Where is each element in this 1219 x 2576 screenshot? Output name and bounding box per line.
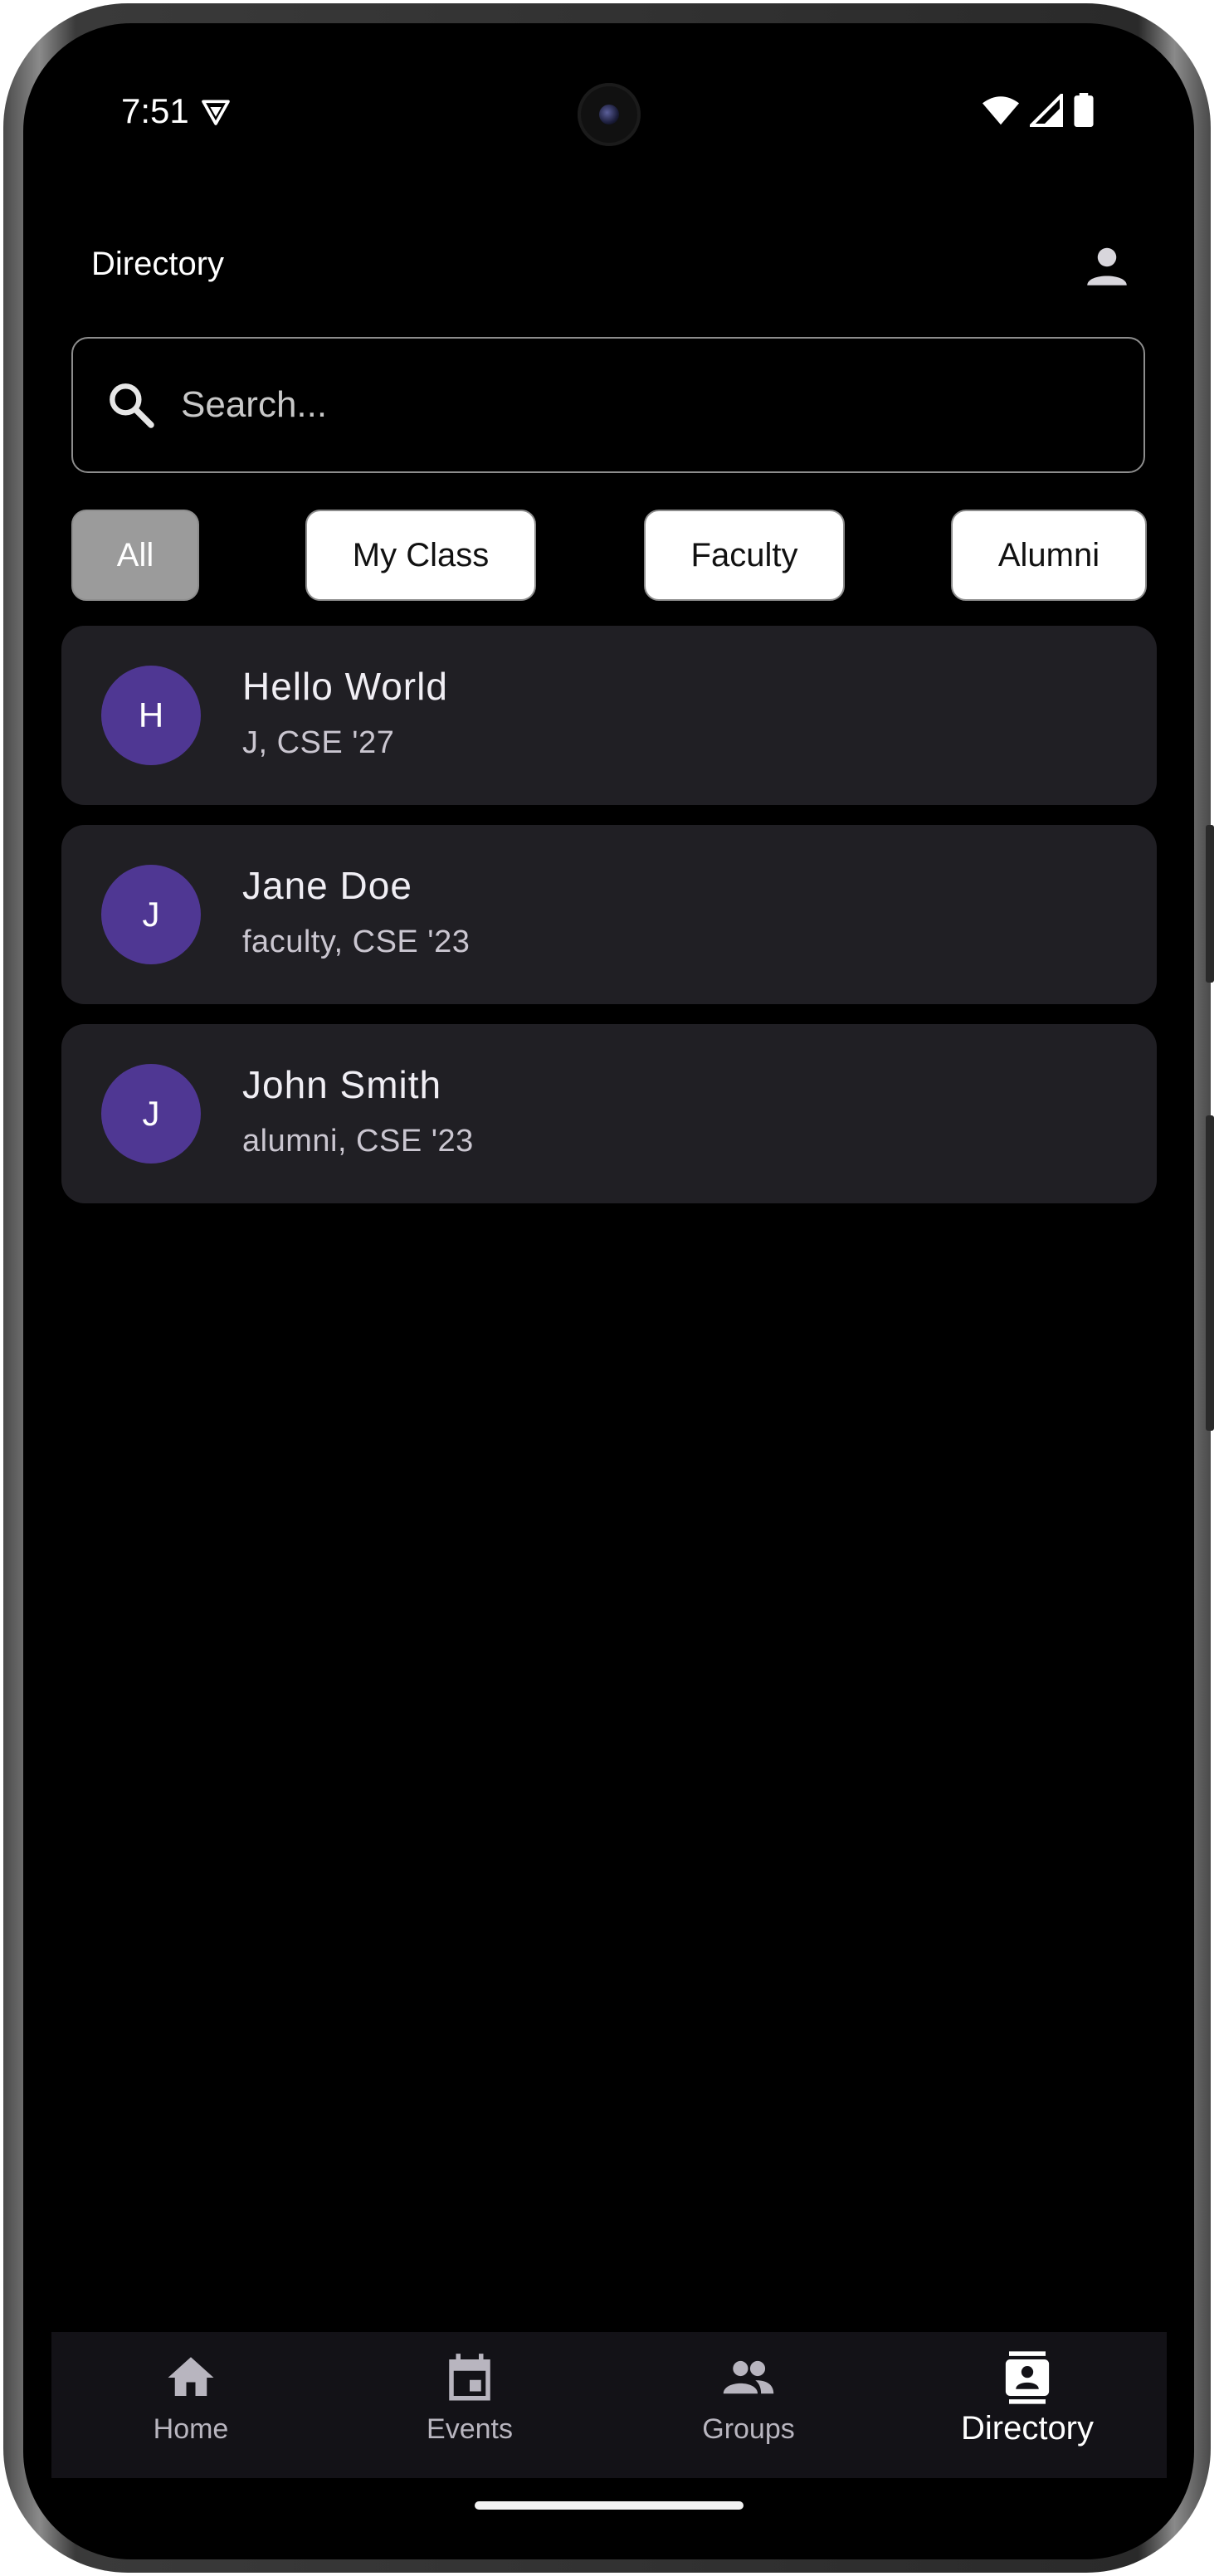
nav-item-home[interactable]: Home	[51, 2332, 330, 2478]
status-time: 7:51	[121, 91, 189, 130]
person-card[interactable]: J John Smith alumni, CSE '23	[61, 1024, 1157, 1203]
nav-label: Directory	[960, 2410, 1095, 2447]
person-icon[interactable]	[1082, 241, 1132, 290]
calendar-icon	[449, 2354, 490, 2401]
filter-chip-faculty[interactable]: Faculty	[644, 510, 845, 601]
page-title: Directory	[91, 246, 225, 282]
person-name: Hello World	[242, 665, 448, 708]
nav-label: Events	[427, 2413, 513, 2445]
group-icon	[723, 2360, 774, 2394]
front-camera	[578, 83, 641, 146]
person-subtitle: J, CSE '27	[242, 725, 395, 760]
home-icon	[168, 2357, 214, 2396]
wifi-icon	[982, 96, 1020, 125]
person-card[interactable]: H Hello World J, CSE '27	[61, 626, 1157, 805]
person-subtitle: faculty, CSE '23	[242, 925, 471, 959]
search-bar[interactable]	[71, 337, 1145, 473]
nav-item-groups[interactable]: Groups	[609, 2332, 888, 2478]
nav-label: Home	[153, 2413, 229, 2445]
avatar: J	[101, 1064, 201, 1164]
bottom-navigation: Home Events Groups Directory	[51, 2332, 1167, 2478]
avatar: J	[101, 865, 201, 964]
power-button	[1206, 825, 1214, 983]
contact-card-icon	[1005, 2351, 1050, 2404]
vpn-shield-icon	[202, 100, 230, 125]
person-subtitle: alumni, CSE '23	[242, 1124, 474, 1159]
avatar: H	[101, 666, 201, 765]
home-indicator[interactable]	[475, 2501, 744, 2510]
battery-icon	[1074, 93, 1094, 127]
screen: 7:51 Directory Search... All My Class Fa…	[23, 23, 1194, 2559]
person-name: John Smith	[242, 1063, 442, 1106]
cell-signal-icon	[1030, 94, 1063, 127]
nav-label: Groups	[702, 2413, 795, 2445]
nav-item-directory[interactable]: Directory	[888, 2332, 1167, 2478]
volume-button	[1206, 1115, 1214, 1431]
nav-item-events[interactable]: Events	[330, 2332, 609, 2478]
filter-chip-my-class[interactable]: My Class	[305, 510, 536, 601]
person-card[interactable]: J Jane Doe faculty, CSE '23	[61, 825, 1157, 1004]
search-icon	[110, 383, 154, 428]
phone-frame: 7:51 Directory Search... All My Class Fa…	[3, 3, 1214, 2573]
filter-chip-all[interactable]: All	[71, 510, 199, 601]
filter-chip-alumni[interactable]: Alumni	[951, 510, 1147, 601]
person-name: Jane Doe	[242, 864, 412, 907]
search-input[interactable]	[179, 383, 1012, 427]
status-icons	[982, 93, 1095, 128]
